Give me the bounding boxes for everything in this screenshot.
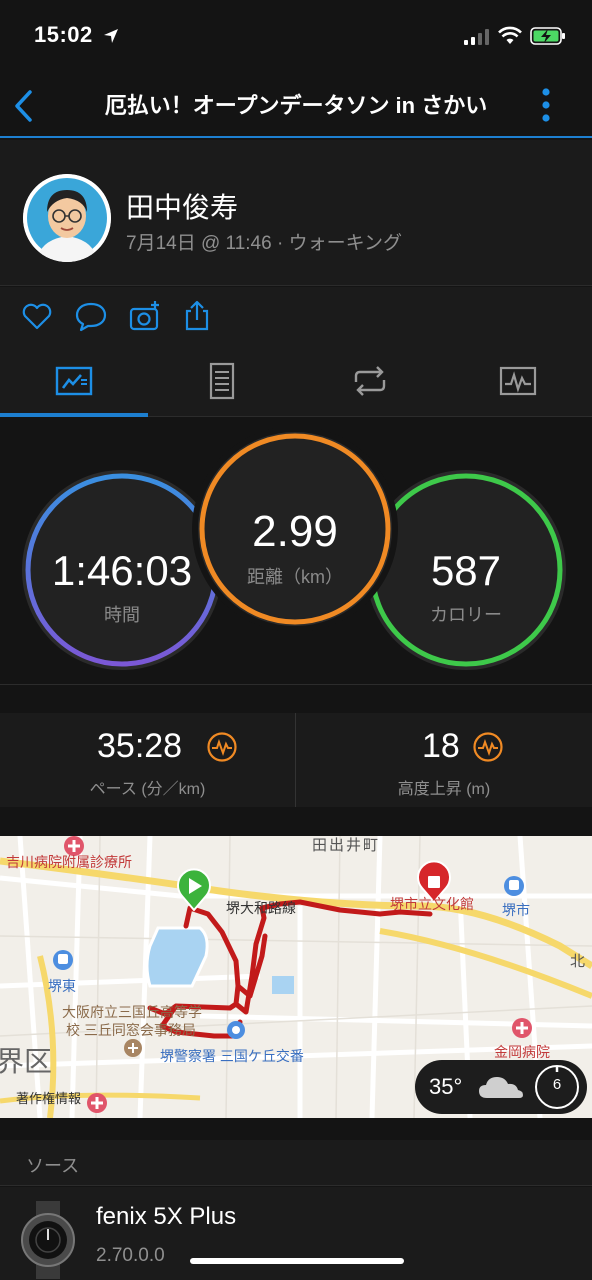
details-icon [209,362,235,400]
avatar-image [23,174,111,262]
status-time: 15:02 [34,22,93,47]
like-heart-icon[interactable] [20,299,54,333]
tab-details[interactable] [148,347,296,417]
school-marker-icon [124,1039,142,1057]
map-label-ward: 界区 [0,1046,53,1077]
status-bar: 15:02 [0,0,592,72]
time-label: 時間 [104,605,140,625]
calories-label: カロリー [430,605,502,625]
elevation-label: 高度上昇 (m) [397,781,491,798]
pace-insight-icon[interactable] [206,731,238,763]
action-bar [0,287,592,347]
map-label-sakai-station: 堺市 [502,902,530,918]
distance-label: 距離（km） [247,567,343,587]
map-label-copyright[interactable]: 著作権情報 [16,1088,81,1107]
weather-pill[interactable]: 35° 6 [415,1060,587,1114]
page-title: 厄払い！オープンデータソン in さかい [104,93,488,118]
map-label-school-1: 大阪府立三国丘高等学 [62,1004,202,1020]
app-header: 厄払い！オープンデータソン in さかい [0,72,592,138]
device-row[interactable]: fenix 5X Plus 2.70.0.0 [0,1187,592,1280]
map-label-culture-hall: 堺市立文化館 [390,896,474,912]
summary-circles: 1:46:03 時間 2.99 距離（km） 587 カロリー [0,417,592,685]
location-arrow-icon [104,29,118,43]
wind-speed: 6 [552,1076,562,1093]
info-marker-icon [87,1093,107,1113]
elevation-insight-icon[interactable] [472,731,504,763]
cloudy-icon [479,1077,523,1098]
map-label-kanaoka-hospital: 金岡病院 [494,1044,550,1060]
tab-overview[interactable] [0,347,148,417]
device-name: fenix 5X Plus [96,1203,237,1230]
route-map[interactable]: 吉川病院附属診療所 田出井町 堺大和路線 堺市立文化館 堺市 北 堺東 大阪府立… [0,836,592,1118]
pace-value: 35:28 [97,727,183,765]
hospital-marker-icon [512,1018,532,1038]
user-name: 田中俊寿 [126,192,239,223]
map-label-clinic: 吉川病院附属診療所 [6,854,132,870]
share-icon[interactable] [180,299,214,333]
calories-value: 587 [430,547,502,594]
distance-value: 2.99 [252,507,338,556]
activity-date-type: 7月14日 @ 11:46 · ウォーキング [126,233,402,254]
train-station-icon [53,950,73,970]
back-arrow-icon[interactable] [12,88,36,124]
comment-icon[interactable] [74,299,108,333]
map-label-road: 堺大和路線 [226,900,296,916]
sources-section: ソース [0,1140,592,1186]
more-vertical-icon[interactable] [536,86,556,126]
map-label-sakaihigashi: 堺東 [48,978,76,994]
train-station-icon [504,876,524,896]
battery-charging-icon [530,27,565,45]
add-photo-icon[interactable] [128,299,162,333]
overview-icon [55,366,93,396]
avatar[interactable] [23,174,111,262]
pace-label: ペース (分／km) [89,781,206,798]
police-marker-icon [227,1021,245,1039]
device-version: 2.70.0.0 [96,1245,165,1266]
map-label-north: 北 [570,953,586,970]
tab-laps[interactable] [296,347,444,417]
map-label-town: 田出井町 [312,837,381,854]
laps-icon [354,366,386,396]
map-label-police: 堺警察署 三国ケ丘交番 [160,1048,304,1064]
charts-icon [499,366,537,396]
tab-charts[interactable] [444,347,592,417]
home-indicator[interactable] [190,1258,404,1264]
activity-profile: 田中俊寿 7月14日 @ 11:46 · ウォーキング [0,140,592,286]
watch-icon [21,1201,75,1279]
weather-temp: 35° [429,1074,463,1099]
wifi-icon [498,26,522,44]
cell-signal-icon [464,29,489,45]
activity-tabs [0,347,592,417]
sources-title: ソース [26,1156,80,1176]
map-label-school-2: 校 三丘同窓会事務局 [66,1022,196,1038]
elevation-value: 18 [422,727,460,765]
stats-row: 35:28 ペース (分／km) 18 高度上昇 (m) [0,713,592,807]
time-value: 1:46:03 [51,547,193,594]
